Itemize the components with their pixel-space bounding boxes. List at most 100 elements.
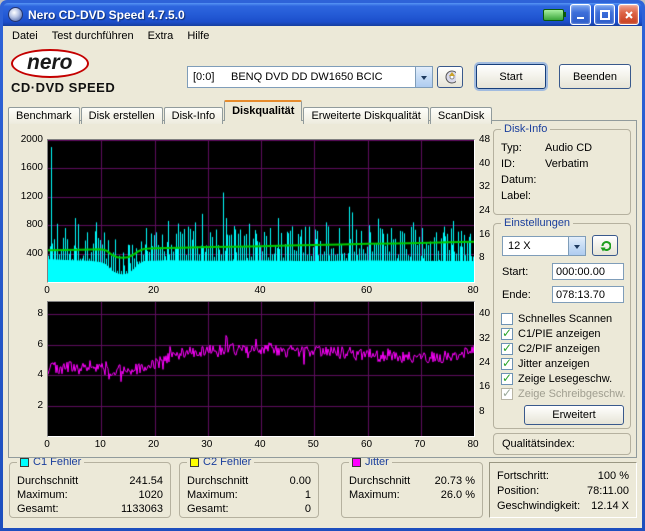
- settings-checkboxes: Schnelles Scannen C1/PIE anzeigen C2/PIF a…: [501, 311, 627, 401]
- end-time-label: Ende:: [502, 289, 531, 301]
- progress-value: 12.14 X: [591, 500, 629, 512]
- eject-button[interactable]: [437, 66, 463, 88]
- stat-row: Maximum: 26.0 %: [349, 488, 475, 502]
- stat-label: Gesamt:: [187, 503, 229, 515]
- stat-value: 1133063: [120, 503, 163, 515]
- stat-value: 1: [304, 489, 311, 501]
- app-window: Nero CD-DVD Speed 4.7.5.0 Datei Test durc…: [0, 0, 645, 531]
- menu-item-datei[interactable]: Datei: [5, 28, 45, 44]
- checkbox-box-icon[interactable]: [501, 312, 513, 325]
- menu-item-test-durchfuehren[interactable]: Test durchführen: [45, 28, 141, 44]
- color-swatch-icon: [20, 458, 29, 467]
- axis-tick-label: 0: [44, 439, 50, 450]
- tab-disk-info[interactable]: Disk-Info: [163, 107, 224, 124]
- stat-row: Durchschnitt 241.54: [17, 474, 163, 488]
- stat-group-jitter: Jitter Durchschnitt 20.73 % Maximum: 26.0 %: [341, 456, 483, 518]
- dropdown-arrow-icon[interactable]: [415, 67, 432, 87]
- stat-row: Maximum: 1: [187, 488, 311, 502]
- stat-label: Durchschnitt: [17, 475, 79, 487]
- disk-info-rows: Typ: Audio CD ID: Verbatim Datum: Label:: [494, 130, 630, 204]
- dropdown-arrow-icon[interactable]: [568, 237, 585, 255]
- start-time-field[interactable]: [552, 263, 624, 280]
- close-button[interactable]: [618, 4, 639, 25]
- quality-tab-page: 2000 1600 1200 800 400 48 40 32 24 16 8 0 20 40 60 80 8…: [8, 120, 637, 458]
- maximize-button[interactable]: [594, 4, 615, 25]
- tab-scandisk[interactable]: ScanDisk: [429, 107, 493, 124]
- window-client-area: Datei Test durchführen Extra Hilfe nero CD·…: [3, 26, 642, 528]
- checkbox-c2-pif-anzeigen[interactable]: C2/PIF anzeigen: [501, 341, 627, 356]
- stat-label: Gesamt:: [17, 503, 59, 515]
- axis-tick-label: 60: [360, 285, 373, 296]
- axis-tick-label: 20: [147, 285, 160, 296]
- axis-tick-label: 40: [254, 439, 266, 450]
- tab-disk-erstellen[interactable]: Disk erstellen: [80, 107, 163, 124]
- progress-row-fortschritt: Fortschritt: 100 %: [497, 469, 629, 484]
- stat-label: Maximum:: [187, 489, 238, 501]
- end-time-field[interactable]: [552, 286, 624, 303]
- tab-strip: Benchmark Disk erstellen Disk-Info Diskqual…: [8, 100, 493, 124]
- progress-label: Fortschritt:: [497, 470, 549, 482]
- axis-tick-label: 1600: [20, 162, 43, 174]
- logo-speed-text: CD·DVD SPEED: [11, 80, 116, 95]
- checkbox-box-icon[interactable]: [501, 326, 513, 340]
- stat-rows: Durchschnitt 0.00 Maximum: 1 Gesamt: 0: [180, 463, 318, 516]
- axis-tick-label: 40: [254, 285, 266, 296]
- axis-tick-label: 50: [307, 439, 319, 450]
- color-swatch-icon: [190, 458, 199, 467]
- jitter-chart: 8 6 4 2 40 32 24 16 8 0 10 20 30 40 50 60 70 80: [15, 297, 490, 455]
- axis-tick-label: 70: [414, 439, 426, 450]
- checkbox-label: Zeige Lesegeschw.: [518, 372, 613, 385]
- refresh-icon: [600, 240, 611, 251]
- disk-info-label: Label:: [501, 190, 531, 202]
- speed-select-combo[interactable]: 12 X: [502, 236, 586, 256]
- logo-nero-text: nero: [11, 49, 89, 78]
- disk-info-row: Typ: Audio CD: [494, 140, 630, 156]
- progress-label: Position:: [497, 485, 540, 497]
- speed-value-label: 12 X: [508, 240, 531, 252]
- stat-value: 241.54: [129, 475, 163, 487]
- menu-bar: Datei Test durchführen Extra Hilfe: [3, 26, 642, 46]
- checkbox-schnelles-scannen[interactable]: Schnelles Scannen: [501, 311, 627, 326]
- close-icon: [624, 10, 633, 19]
- stat-label: Maximum:: [17, 489, 68, 501]
- minimize-button[interactable]: [570, 4, 591, 25]
- axis-tick-label: 0: [44, 285, 50, 296]
- tab-diskqualitaet[interactable]: Diskqualität: [224, 100, 303, 121]
- axis-tick-label: 800: [26, 219, 43, 231]
- quit-button[interactable]: Beenden: [559, 64, 631, 89]
- checkbox-c1-pie-anzeigen[interactable]: C1/PIE anzeigen: [501, 326, 627, 341]
- checkbox-box-icon[interactable]: [501, 371, 513, 385]
- stat-row: Durchschnitt 0.00: [187, 474, 311, 488]
- stat-value: 1020: [138, 489, 163, 501]
- menu-item-hilfe[interactable]: Hilfe: [180, 28, 216, 44]
- checkbox-box-icon[interactable]: [501, 356, 513, 370]
- checkbox-label: Zeige Schreibgeschw.: [518, 387, 626, 400]
- checkbox-zeige-lesegeschw[interactable]: Zeige Lesegeschw.: [501, 371, 627, 386]
- tab-benchmark[interactable]: Benchmark: [8, 107, 80, 124]
- checkbox-box-icon[interactable]: [501, 341, 513, 355]
- menu-item-extra[interactable]: Extra: [141, 28, 181, 44]
- drive-name-label: BENQ DVD DD DW1650 BCIC: [231, 71, 383, 83]
- start-button[interactable]: Start: [476, 64, 546, 89]
- checkbox-label: C1/PIE anzeigen: [518, 327, 601, 340]
- checkbox-jitter-anzeigen[interactable]: Jitter anzeigen: [501, 356, 627, 371]
- advanced-button[interactable]: Erweitert: [524, 405, 624, 425]
- tab-erweiterte-diskqualitaet[interactable]: Erweiterte Diskqualität: [303, 107, 429, 124]
- c1-error-chart: 2000 1600 1200 800 400 48 40 32 24 16 8 0 20 40 60 80: [15, 134, 490, 296]
- color-swatch-icon: [352, 458, 361, 467]
- refresh-speed-button[interactable]: [592, 235, 618, 256]
- disk-info-label: Datum:: [501, 174, 537, 186]
- quality-index-label: Qualitätsindex:: [502, 438, 575, 450]
- settings-title: Einstellungen: [501, 217, 574, 230]
- disk-info-value: [545, 172, 623, 188]
- axis-tick-label: 4: [37, 369, 43, 381]
- quality-index-group: Qualitätsindex:: [493, 433, 631, 455]
- app-icon: [8, 7, 23, 22]
- axis-tick-label: 60: [360, 439, 373, 450]
- stat-label: Maximum:: [349, 489, 400, 501]
- stat-row: Durchschnitt 20.73 %: [349, 474, 475, 488]
- drive-select-combo[interactable]: [0:0] BENQ DVD DD DW1650 BCIC: [187, 66, 433, 88]
- disk-info-title: Disk-Info: [501, 123, 551, 136]
- progress-panel: Fortschritt: 100 % Position: 78:11.00 Geschw…: [489, 462, 637, 518]
- tray-battery-icon: [543, 8, 566, 21]
